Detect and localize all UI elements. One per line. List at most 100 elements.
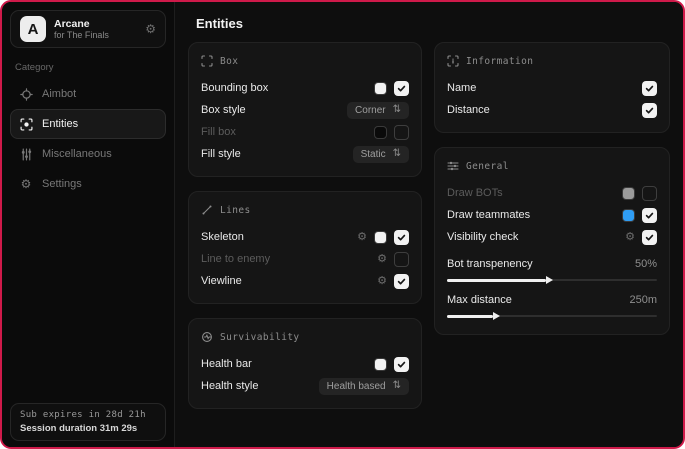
app-logo: A (20, 16, 46, 42)
setting-label: Name (447, 82, 642, 94)
slider-header: Max distance250m (447, 291, 657, 309)
brand-text: Arcane for The Finals (54, 18, 137, 40)
info-target-icon (447, 55, 459, 67)
row-controls: ⚙ (377, 274, 409, 289)
color-swatch[interactable] (622, 187, 635, 200)
row-controls (642, 81, 657, 96)
color-swatch[interactable] (622, 209, 635, 222)
setting-row-line-to-enemy: Line to enemy⚙ (201, 248, 409, 270)
sidebar-item-settings[interactable]: ⚙Settings (10, 169, 166, 199)
right-column: Information Name Distance General Draw BOTs D… (434, 42, 670, 335)
setting-row-health-bar: Health bar (201, 353, 409, 375)
left-column: Box Bounding box Box styleCorner⇅ Fill box F… (188, 42, 422, 409)
sliders-vertical-icon (19, 147, 33, 161)
slider-row-bot-transpenency: Bot transpenency50% (447, 255, 657, 284)
slider-row-max-distance: Max distance250m (447, 291, 657, 320)
setting-label: Line to enemy (201, 253, 377, 265)
checkbox[interactable] (642, 208, 657, 223)
dropdown[interactable]: Corner⇅ (347, 102, 409, 119)
setting-label: Draw teammates (447, 209, 622, 221)
sidebar-item-entities[interactable]: Entities (10, 109, 166, 139)
checkbox[interactable] (642, 230, 657, 245)
slider-value: 50% (635, 258, 657, 270)
setting-row-distance: Distance (447, 99, 657, 121)
slider-header: Bot transpenency50% (447, 255, 657, 273)
card-title: General (466, 161, 509, 172)
setting-label: Viewline (201, 275, 377, 287)
row-controls (642, 103, 657, 118)
checkbox[interactable] (394, 230, 409, 245)
sidebar-nav: Aimbot EntitiesMiscellaneous⚙Settings (10, 79, 166, 199)
row-controls: Static⇅ (353, 146, 409, 163)
setting-row-bounding-box: Bounding box (201, 77, 409, 99)
checkbox[interactable] (642, 103, 657, 118)
row-controls (374, 81, 409, 96)
sub-expiry-text: Sub expires in 28d 21h (20, 410, 156, 420)
page-title: Entities (196, 16, 670, 31)
unfold-icon: ⇅ (393, 381, 401, 391)
setting-label: Skeleton (201, 231, 357, 243)
card-columns: Box Bounding box Box styleCorner⇅ Fill box F… (188, 42, 670, 409)
checkbox[interactable] (394, 274, 409, 289)
row-controls: ⚙ (377, 252, 409, 267)
pulse-circle-icon (201, 331, 213, 343)
setting-row-fill-box: Fill box (201, 121, 409, 143)
color-swatch[interactable] (374, 231, 387, 244)
checkbox[interactable] (394, 357, 409, 372)
card-header: Box (201, 55, 409, 67)
row-controls (622, 186, 657, 201)
sidebar-item-miscellaneous[interactable]: Miscellaneous (10, 139, 166, 169)
unfold-icon: ⇅ (393, 149, 401, 159)
diagonal-line-icon (201, 204, 213, 216)
card-general: General Draw BOTs Draw teammates Visibility… (434, 147, 670, 335)
slider-track[interactable] (447, 311, 657, 320)
dropdown[interactable]: Health based ⇅ (319, 378, 409, 395)
setting-row-viewline: Viewline⚙ (201, 270, 409, 292)
row-controls: ⚙ (625, 230, 657, 245)
sidebar: A Arcane for The Finals ⚙ Category Aimbo… (2, 2, 175, 447)
setting-label: Box style (201, 104, 347, 116)
setting-label: Bounding box (201, 82, 374, 94)
color-swatch[interactable] (374, 358, 387, 371)
dropdown-value: Health based (327, 381, 386, 392)
slider-thumb[interactable] (546, 276, 553, 284)
brand-box: A Arcane for The Finals ⚙ (10, 10, 166, 48)
session-duration-text: Session duration 31m 29s (20, 423, 156, 434)
gear-icon[interactable]: ⚙ (625, 232, 635, 243)
gear-icon[interactable]: ⚙ (145, 22, 156, 36)
card-title: Survivability (220, 332, 300, 343)
color-swatch[interactable] (374, 126, 387, 139)
checkbox[interactable] (394, 81, 409, 96)
setting-row-fill-style: Fill styleStatic⇅ (201, 143, 409, 165)
checkbox[interactable] (394, 125, 409, 140)
setting-row-skeleton: Skeleton⚙ (201, 226, 409, 248)
card-information: Information Name Distance (434, 42, 670, 133)
gear-icon[interactable]: ⚙ (377, 254, 387, 265)
card-header: Information (447, 55, 657, 67)
category-label: Category (15, 62, 174, 73)
checkbox[interactable] (642, 186, 657, 201)
slider-track[interactable] (447, 275, 657, 284)
setting-row-box-style: Box styleCorner⇅ (201, 99, 409, 121)
sidebar-item-label: Aimbot (42, 88, 76, 100)
slider-value: 250m (629, 294, 657, 306)
checkbox[interactable] (394, 252, 409, 267)
card-title: Lines (220, 205, 251, 216)
color-swatch[interactable] (374, 82, 387, 95)
setting-label: Fill style (201, 148, 353, 160)
card-title: Box (220, 56, 238, 67)
sidebar-item-label: Settings (42, 178, 82, 190)
subscription-info-box: Sub expires in 28d 21h Session duration … (10, 403, 166, 441)
slider-label: Max distance (447, 294, 629, 306)
gear-icon[interactable]: ⚙ (377, 276, 387, 287)
app-window: A Arcane for The Finals ⚙ Category Aimbo… (0, 0, 685, 449)
slider-thumb[interactable] (493, 312, 500, 320)
setting-label: Fill box (201, 126, 374, 138)
checkbox[interactable] (642, 81, 657, 96)
dropdown[interactable]: Static⇅ (353, 146, 409, 163)
setting-row-visibility-check: Visibility check⚙ (447, 226, 657, 248)
setting-label: Draw BOTs (447, 187, 622, 199)
crosshair-icon (19, 87, 33, 101)
sidebar-item-aimbot[interactable]: Aimbot (10, 79, 166, 109)
gear-icon[interactable]: ⚙ (357, 232, 367, 243)
